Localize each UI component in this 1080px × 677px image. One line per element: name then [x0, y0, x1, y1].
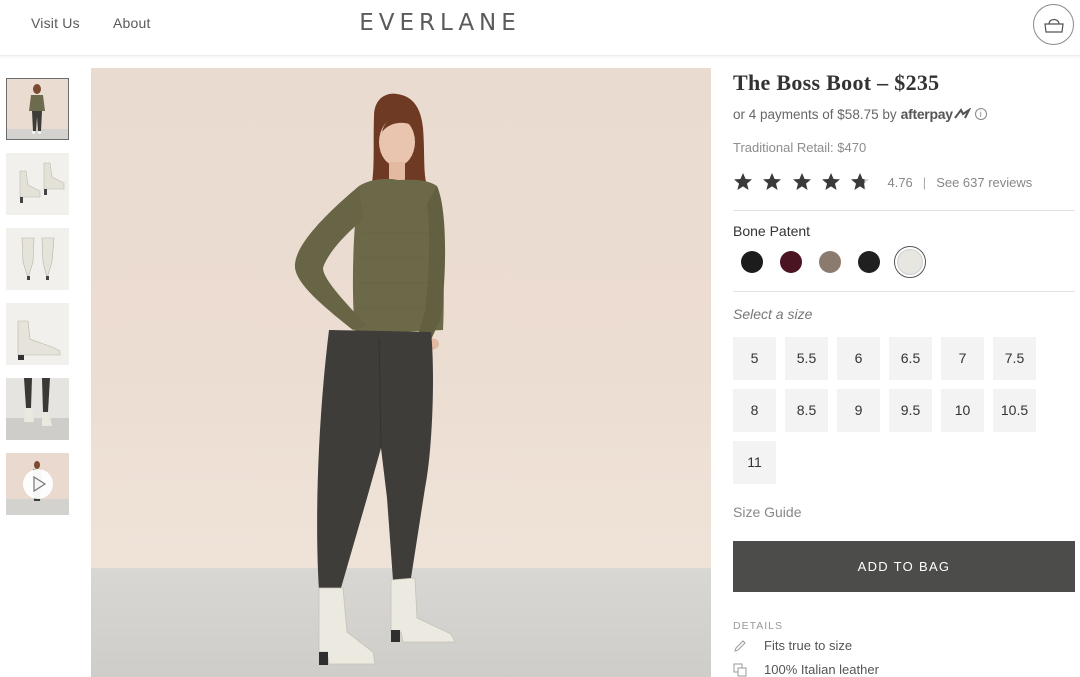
product-title: The Boss Boot – $235 — [733, 70, 940, 95]
nav-visit-us[interactable]: Visit Us — [31, 15, 80, 31]
bag-icon — [1043, 18, 1064, 33]
detail-material: 100% Italian leather — [733, 662, 879, 677]
thumbnail-2[interactable] — [6, 153, 69, 215]
rating-stars — [733, 172, 879, 192]
thumbnail-3[interactable] — [6, 228, 69, 290]
thumbnail-4[interactable] — [6, 303, 69, 365]
size-option-8[interactable]: 8 — [733, 389, 776, 432]
size-option-5-5[interactable]: 5.5 — [785, 337, 828, 380]
size-option-6-5[interactable]: 6.5 — [889, 337, 932, 380]
star-icon — [821, 173, 840, 190]
size-option-11[interactable]: 11 — [733, 441, 776, 484]
rating-separator: | — [922, 174, 927, 190]
details-heading: DETAILS — [733, 620, 783, 632]
size-option-6[interactable]: 6 — [837, 337, 880, 380]
star-icon — [734, 173, 752, 190]
traditional-retail-price: Traditional Retail: $470 — [733, 140, 867, 155]
see-reviews-link[interactable]: See 637 reviews — [936, 175, 1032, 190]
play-icon — [23, 469, 53, 499]
star-icon — [851, 173, 870, 190]
size-option-8-5[interactable]: 8.5 — [785, 389, 828, 432]
detail-fit: Fits true to size — [733, 638, 852, 653]
divider — [733, 291, 1075, 292]
thumbnail-5[interactable] — [6, 378, 69, 440]
cart-button[interactable] — [1033, 4, 1074, 45]
size-option-10-5[interactable]: 10.5 — [993, 389, 1036, 432]
color-swatch-burgundy[interactable] — [780, 251, 802, 273]
selected-color-name: Bone Patent — [733, 223, 811, 239]
brand-logo[interactable]: EVERLANE — [340, 10, 540, 36]
size-option-7-5[interactable]: 7.5 — [993, 337, 1036, 380]
detail-material-text: 100% Italian leather — [764, 662, 879, 677]
rating-row: 4.76 | See 637 reviews — [733, 172, 1032, 192]
size-option-9[interactable]: 9 — [837, 389, 880, 432]
rating-value: 4.76 — [887, 174, 913, 190]
pencil-icon — [734, 639, 746, 652]
size-option-5[interactable]: 5 — [733, 337, 776, 380]
afterpay-info: or 4 payments of $58.75 by afterpay i — [733, 106, 987, 122]
nav-about[interactable]: About — [113, 15, 151, 31]
thumbnail-video[interactable] — [6, 453, 69, 515]
afterpay-logo: afterpay — [901, 106, 972, 122]
star-icon — [792, 173, 811, 190]
main-product-image[interactable] — [91, 68, 711, 677]
thumbnail-1[interactable] — [6, 78, 69, 140]
detail-fit-text: Fits true to size — [764, 638, 853, 653]
color-swatch-bone-patent-selected[interactable] — [894, 246, 926, 278]
color-swatch-black-2[interactable] — [858, 251, 880, 273]
star-icon — [763, 173, 782, 190]
size-guide-link[interactable]: Size Guide — [733, 504, 801, 520]
select-size-label: Select a size — [733, 306, 813, 322]
add-to-bag-button[interactable]: ADD TO BAG — [733, 541, 1075, 592]
divider — [733, 210, 1075, 211]
info-icon[interactable]: i — [974, 108, 987, 120]
site-header: Visit Us About EVERLANE — [0, 0, 1080, 56]
size-option-10[interactable]: 10 — [941, 389, 984, 432]
afterpay-arrow-icon — [953, 107, 972, 119]
model-figure — [294, 93, 456, 665]
size-option-7[interactable]: 7 — [941, 337, 984, 380]
afterpay-text: or 4 payments of $58.75 by — [733, 106, 897, 122]
layers-icon — [733, 663, 747, 676]
color-swatch-black[interactable] — [741, 251, 763, 273]
color-swatch-taupe[interactable] — [819, 251, 841, 273]
size-option-9-5[interactable]: 9.5 — [889, 389, 932, 432]
